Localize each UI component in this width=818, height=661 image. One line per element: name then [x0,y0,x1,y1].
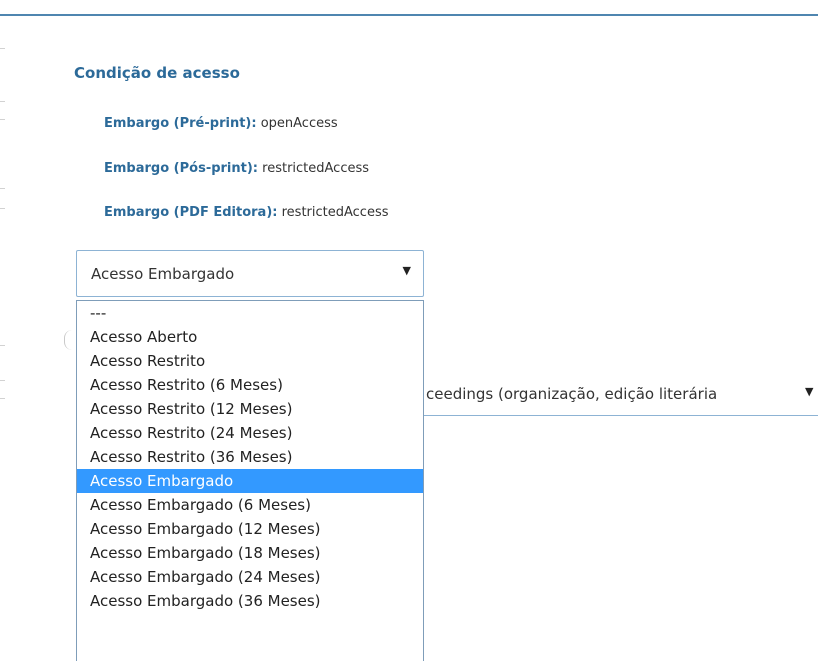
edge-divider [0,398,5,399]
dropdown-option[interactable]: Acesso Restrito (6 Meses) [77,373,423,397]
edge-divider [0,48,5,49]
edge-divider [0,119,5,120]
dropdown-option[interactable]: Acesso Embargado (36 Meses) [77,589,423,613]
label-colon: : [272,205,278,220]
dropdown-option[interactable]: Acesso Embargado (18 Meses) [77,541,423,565]
embargo-preprint-value: openAccess [260,116,338,131]
embargo-pdf-editora-line: Embargo (PDF Editora): restrictedAccess [104,205,389,220]
label-colon: : [252,161,258,176]
access-condition-selected-value: Acesso Embargado [91,265,235,283]
dropdown-option[interactable]: Acesso Restrito [77,349,423,373]
chevron-down-icon[interactable]: ▼ [805,385,813,398]
dropdown-option[interactable]: --- [77,301,423,325]
page: Condição de acesso Embargo (Pré-print): … [0,0,818,661]
edge-divider [0,188,5,189]
embargo-preprint-line: Embargo (Pré-print): openAccess [104,116,338,131]
edge-divider [0,380,5,381]
document-type-value: ceedings (organização, edição literária [426,385,718,403]
access-condition-select[interactable]: Acesso Embargado ▼ [76,250,424,297]
edge-divider [0,101,5,102]
access-condition-title: Condição de acesso [74,64,240,82]
embargo-preprint-label: Embargo (Pré-print) [104,116,252,131]
dropdown-option[interactable]: Acesso Embargado [77,469,423,493]
dropdown-option[interactable]: Acesso Restrito (36 Meses) [77,445,423,469]
access-condition-dropdown-list[interactable]: --- Acesso Aberto Acesso Restrito Acesso… [76,300,424,661]
dropdown-option[interactable]: Acesso Embargado (12 Meses) [77,517,423,541]
label-colon: : [251,116,257,131]
embargo-postprint-line: Embargo (Pós-print): restrictedAccess [104,161,369,176]
dropdown-option[interactable]: Acesso Aberto [77,325,423,349]
embargo-postprint-label: Embargo (Pós-print) [104,161,253,176]
top-divider [0,14,818,16]
embargo-pdf-editora-label: Embargo (PDF Editora) [104,205,273,220]
embargo-postprint-value: restrictedAccess [262,161,370,176]
edge-divider [0,345,5,346]
embargo-pdf-editora-value: restrictedAccess [281,205,389,220]
dropdown-option[interactable]: Acesso Embargado (24 Meses) [77,565,423,589]
dropdown-option[interactable]: Acesso Restrito (24 Meses) [77,421,423,445]
dropdown-option[interactable]: Acesso Restrito (12 Meses) [77,397,423,421]
dropdown-arrow-icon[interactable]: ▼ [403,264,411,277]
dropdown-option[interactable]: Acesso Embargado (6 Meses) [77,493,423,517]
edge-divider [0,208,5,209]
